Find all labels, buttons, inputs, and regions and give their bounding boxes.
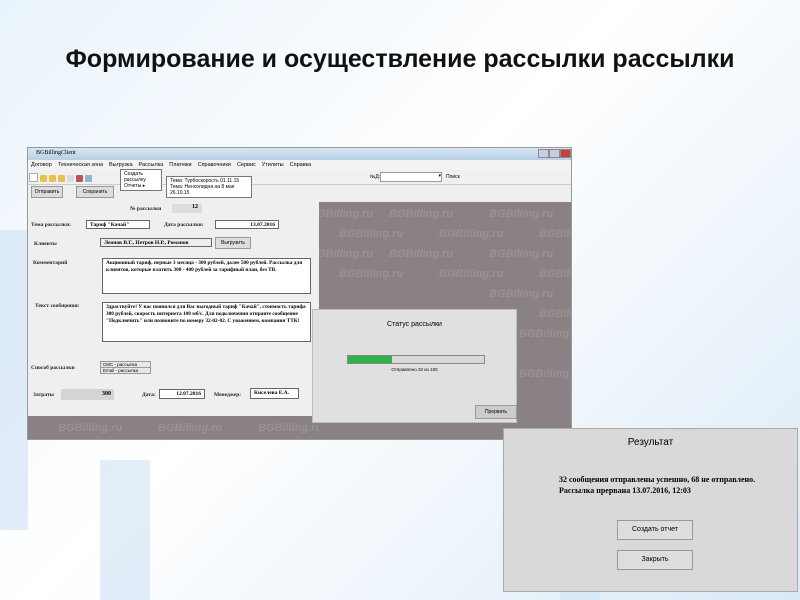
result-title: Результат	[627, 437, 674, 448]
watermark: BGBilling.ru	[489, 248, 554, 260]
clients-field[interactable]: Леонов В.Г., Петров Н.Р., Романов	[100, 238, 212, 247]
reports-submenu: Тема: Турбоскорость 01.11.15 Тема: Ненсо…	[166, 176, 252, 198]
document-icon[interactable]	[67, 175, 74, 182]
method-list: СМС - рассылка Email - рассылка	[100, 361, 151, 374]
minimize-button[interactable]	[538, 149, 549, 158]
method-label: Способ рассылки	[31, 365, 75, 371]
watermark: BGBilling.ru	[339, 268, 404, 280]
title-bar: BGBillingClient	[28, 148, 571, 160]
number-value: 12	[172, 204, 202, 213]
watermark: BGBilling.ru	[258, 422, 319, 434]
cost-label: Затраты	[33, 392, 54, 398]
chevron-down-icon: ▾	[438, 173, 441, 179]
watermark: BGBilling.ru	[439, 268, 504, 280]
menu-item[interactable]: Утилиты	[262, 162, 284, 168]
maximize-button[interactable]	[549, 149, 560, 158]
menu-reports[interactable]: Отчеты ▸	[124, 183, 158, 189]
create-report-button[interactable]: Создать отчет	[617, 520, 693, 540]
warning-icon[interactable]	[76, 175, 83, 182]
menu-item[interactable]: Платежи	[169, 162, 191, 168]
background-arrow	[100, 460, 150, 600]
watermark: BGBilling.ru	[319, 208, 374, 220]
watermark: BGBilling.ru	[539, 228, 571, 240]
rassylka-submenu: Создать рассылку Отчеты ▸	[120, 169, 162, 191]
watermark: BGBilling.ru	[158, 422, 223, 434]
watermark: BGBilling.ru	[389, 208, 454, 220]
watermark: BGBilling.ru	[539, 268, 571, 280]
manager-label: Менеджер:	[214, 392, 242, 398]
manager-field[interactable]: Киселева Е.А.	[250, 388, 299, 399]
subject-input[interactable]: Тариф "Качай"	[86, 220, 150, 229]
progress-text: Отправлено 32 из 100	[391, 367, 438, 372]
date-input[interactable]: 13.07.2016	[215, 220, 279, 229]
toolbar: №Д: ▾ Поиск	[28, 170, 571, 185]
menu-item[interactable]: Сервис	[237, 162, 256, 168]
nd-select[interactable]: ▾	[380, 172, 442, 182]
window-title: BGBillingClient	[36, 150, 76, 156]
watermark: BGBilling.ru	[319, 248, 374, 260]
watermark: BGBilling.ru	[389, 248, 454, 260]
number-label: № рассылки	[130, 206, 162, 212]
date-label: Дата рассылки:	[164, 222, 204, 228]
save-button[interactable]: Сохранить	[76, 186, 114, 198]
menu-item[interactable]: Договор	[31, 162, 52, 168]
watermark: BGBilling.ru	[339, 228, 404, 240]
watermark: BGBilling.ru	[539, 308, 571, 320]
menu-item[interactable]: Справочники	[198, 162, 231, 168]
subject-label: Тема рассылки:	[31, 222, 71, 228]
message-textarea[interactable]: Здраствуйте! У нас появился для Вас выго…	[102, 302, 311, 342]
comment-label: Комментарий	[33, 260, 68, 266]
stop-button[interactable]: Прервать	[475, 405, 517, 419]
method-sms[interactable]: СМС - рассылка	[100, 361, 151, 368]
chevron-right-icon: ▸	[142, 183, 146, 189]
result-message: 32 сообщения отправлены успешно, 68 не о…	[559, 475, 756, 495]
menu-item[interactable]: Выгрузка	[109, 162, 132, 168]
menu-item[interactable]: Рассылка	[139, 162, 164, 168]
close-button[interactable]	[560, 149, 571, 158]
mailing-form: № рассылки 12 Тема рассылки: Тариф "Кача…	[28, 202, 319, 416]
nd-label: №Д:	[370, 174, 381, 180]
progress-fill	[348, 356, 392, 363]
cost-value: 300	[61, 389, 114, 400]
menu-create-mailing[interactable]: Создать рассылку	[124, 171, 158, 183]
watermark: BGBilling.ru	[489, 288, 554, 300]
watermark: BGBilling.ru	[519, 368, 571, 380]
clients-label: Клиенты	[34, 241, 57, 247]
edit-icon[interactable]	[58, 175, 65, 182]
menu-item[interactable]: Справка	[290, 162, 312, 168]
message-label: Текст сообщения:	[35, 303, 80, 309]
folder-icon[interactable]	[49, 175, 56, 182]
watermark: BGBilling.ru	[439, 228, 504, 240]
progress-bar	[347, 355, 485, 364]
watermark-area: BGBilling.ru BGBilling.ru BGBilling.ru	[28, 416, 319, 439]
search-label[interactable]: Поиск	[446, 174, 460, 180]
send-button[interactable]: Отправить	[31, 186, 63, 198]
close-dialog-button[interactable]: Закрыть	[617, 550, 693, 570]
export-button[interactable]: Выгрузить	[215, 237, 251, 249]
watermark: BGBilling.ru	[519, 328, 571, 340]
status-title: Статус рассылки	[387, 321, 442, 328]
watermark: BGBilling.ru	[489, 208, 554, 220]
menu-bar: Договор Техническая зона Выгрузка Рассылка П…	[28, 160, 571, 170]
status-dialog: Статус рассылки Отправлено 32 из 100 Пре…	[312, 309, 517, 423]
method-email[interactable]: Email - рассылка	[100, 368, 151, 374]
comment-textarea[interactable]: Акционный тариф, первые 3 месяца - 300 р…	[102, 258, 311, 294]
background-arrow	[0, 230, 28, 530]
monitor-icon[interactable]	[85, 175, 92, 182]
menu-item[interactable]: Техническая зона	[58, 162, 103, 168]
result-dialog: Результат 32 сообщения отправлены успешн…	[503, 428, 798, 592]
folder-icon[interactable]	[40, 175, 47, 182]
slide-title: Формирование и осуществление рассылки ра…	[65, 45, 735, 73]
new-icon[interactable]	[29, 173, 38, 182]
date2-label: Дата:	[142, 392, 156, 398]
watermark: BGBilling.ru	[58, 422, 123, 434]
report-item[interactable]: Тема: Ненсолидна на 8 мая 26.10.15	[170, 184, 248, 196]
date2-input[interactable]: 12.07.2016	[159, 389, 205, 399]
